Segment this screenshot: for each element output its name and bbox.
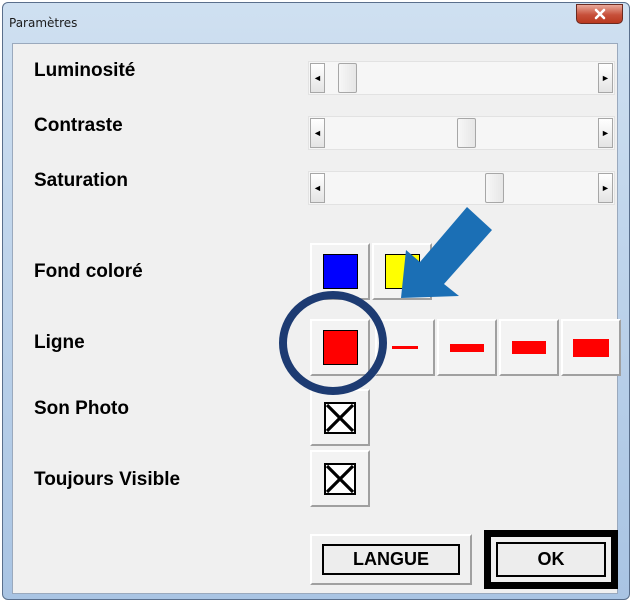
label-son-photo: Son Photo [34, 398, 129, 419]
label-saturation: Saturation [34, 170, 128, 191]
fond-color-yellow[interactable] [372, 243, 432, 300]
scroll-left-arrow-icon[interactable]: ◄ [310, 118, 325, 148]
slider-thumb[interactable] [485, 173, 504, 203]
slider-thumb[interactable] [338, 63, 357, 93]
slider-thumb[interactable] [457, 118, 476, 148]
ok-button-frame: OK [484, 530, 618, 589]
slider-contraste[interactable]: ◄ ► [308, 116, 615, 150]
scroll-right-arrow-icon[interactable]: ► [598, 173, 613, 203]
settings-panel: Luminosité Contraste Saturation Fond col… [12, 43, 621, 594]
slider-saturation[interactable]: ◄ ► [308, 171, 615, 205]
window-title: Paramètres [9, 16, 78, 30]
ok-button[interactable]: OK [496, 542, 606, 577]
scroll-right-arrow-icon[interactable]: ► [598, 63, 613, 93]
scroll-left-arrow-icon[interactable]: ◄ [310, 63, 325, 93]
toujours-visible-toggle[interactable] [310, 450, 370, 507]
title-bar[interactable]: Paramètres [3, 3, 629, 43]
close-x-icon [594, 8, 605, 20]
line-extra-thick-icon [573, 338, 609, 357]
yellow-swatch [384, 254, 420, 289]
langue-button-frame: LANGUE [310, 534, 472, 585]
scroll-left-arrow-icon[interactable]: ◄ [310, 173, 325, 203]
line-thick-icon [512, 341, 546, 354]
label-fond-colore: Fond coloré [34, 261, 143, 282]
langue-button[interactable]: LANGUE [322, 544, 460, 575]
settings-window: Paramètres Luminosité Contraste Saturati… [2, 2, 630, 600]
scroll-right-arrow-icon[interactable]: ► [598, 118, 613, 148]
blue-swatch [322, 254, 358, 289]
fond-color-blue[interactable] [310, 243, 370, 300]
label-contraste: Contraste [34, 115, 123, 136]
ligne-thickness-thick[interactable] [499, 319, 559, 376]
slider-luminosite[interactable]: ◄ ► [308, 61, 615, 95]
line-medium-icon [450, 343, 484, 352]
checkbox-x-icon[interactable] [324, 401, 356, 434]
ligne-color-button[interactable] [310, 319, 370, 376]
ligne-thickness-thin[interactable] [375, 319, 435, 376]
label-toujours-visible: Toujours Visible [34, 469, 181, 490]
label-luminosite: Luminosité [34, 60, 136, 81]
ligne-thickness-medium[interactable] [437, 319, 497, 376]
close-button[interactable] [576, 4, 623, 24]
line-thin-icon [392, 346, 418, 349]
label-ligne: Ligne [34, 332, 85, 353]
checkbox-x-icon[interactable] [324, 462, 356, 495]
red-swatch [322, 330, 358, 365]
ligne-thickness-extra-thick[interactable] [561, 319, 621, 376]
son-photo-toggle[interactable] [310, 389, 370, 446]
